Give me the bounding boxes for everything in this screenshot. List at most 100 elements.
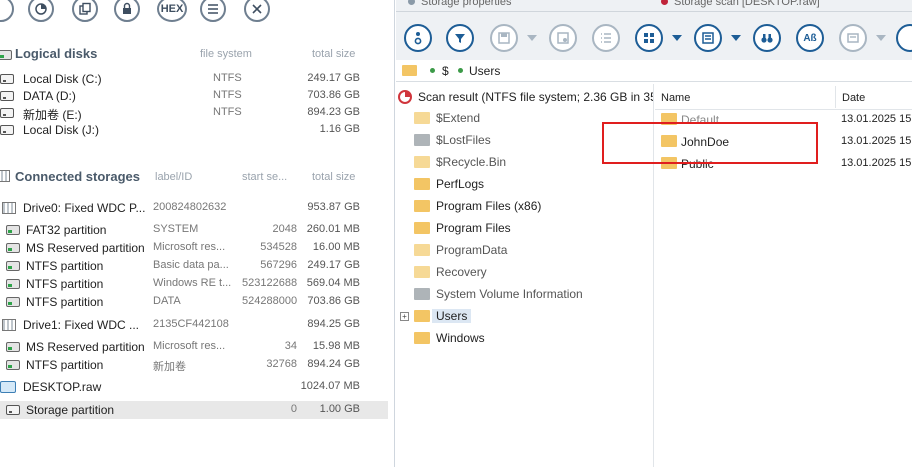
tab-dot-icon <box>408 0 415 5</box>
partition-icon <box>6 297 20 307</box>
info-icon[interactable] <box>404 24 432 52</box>
view-tiles-icon[interactable] <box>635 24 663 52</box>
checklist-icon[interactable] <box>592 24 620 52</box>
path-dot-icon <box>458 68 463 73</box>
disk-icon <box>0 74 14 84</box>
storage-label: Basic data pa... <box>153 259 229 271</box>
storage-row[interactable]: MS Reserved partition Microsoft res... 3… <box>0 338 388 356</box>
col-total-size: total size <box>312 171 356 183</box>
tree-node-selected[interactable]: + Users <box>396 306 654 326</box>
storage-row[interactable]: Drive0: Fixed WDC P... 200824802632 953.… <box>0 199 388 217</box>
storage-row[interactable]: NTFS partition Basic data pa... 567296 2… <box>0 257 388 275</box>
partition-icon <box>6 360 20 370</box>
recover-icon[interactable] <box>549 24 577 52</box>
disk-name: DATA (D:) <box>23 89 76 103</box>
tree-node[interactable]: System Volume Information <box>396 284 654 304</box>
storage-row[interactable]: NTFS partition 新加卷 32768 894.24 GB <box>0 356 388 374</box>
binoculars-icon[interactable] <box>753 24 781 52</box>
expand-icon[interactable]: + <box>400 312 409 321</box>
hex-button[interactable]: HEX <box>157 0 187 22</box>
column-divider[interactable] <box>835 86 836 108</box>
breadcrumb-segment[interactable]: $ <box>442 64 449 78</box>
storage-start: 524288000 <box>242 295 298 307</box>
panel-dropdown-icon[interactable] <box>731 35 741 41</box>
properties-dropdown-icon[interactable] <box>876 35 886 41</box>
file-date: 13.01.2025 15 <box>841 157 912 169</box>
storage-size: 16.00 MB <box>312 241 360 253</box>
logical-disk-row[interactable]: Local Disk (C:) NTFS 249.17 GB <box>0 70 388 88</box>
tree-node-label: $Recycle.Bin <box>436 155 507 169</box>
storage-row[interactable]: DESKTOP.raw 1024.07 MB <box>0 378 388 396</box>
col-label-id: label/ID <box>155 171 193 183</box>
tab-storage-scan[interactable]: Storage scan [DESKTOP.raw] <box>661 0 820 8</box>
folder-icon <box>414 200 430 212</box>
partition-icon <box>6 279 20 289</box>
col-file-system: file system <box>200 48 252 60</box>
disk-name: Local Disk (C:) <box>23 72 102 86</box>
more-icon[interactable] <box>896 24 912 52</box>
partition-icon <box>6 225 20 235</box>
copy-icon[interactable] <box>72 0 98 22</box>
storage-size: 1024.07 MB <box>300 380 360 392</box>
storage-name: NTFS partition <box>26 358 104 372</box>
storage-start: 567296 <box>260 259 297 271</box>
tab-storage-properties[interactable]: Storage properties <box>408 0 512 8</box>
col-total-size: total size <box>312 48 356 60</box>
lock-icon[interactable] <box>114 0 140 22</box>
storage-row[interactable]: NTFS partition Windows RE t... 523122688… <box>0 275 388 293</box>
folder-icon <box>414 288 430 300</box>
storage-size: 249.17 GB <box>307 259 360 271</box>
pie-chart-icon[interactable] <box>28 0 54 22</box>
folder-icon <box>414 178 430 190</box>
tree-node[interactable]: Program Files <box>396 218 654 238</box>
folder-icon <box>414 156 430 168</box>
col-date[interactable]: Date <box>842 92 865 104</box>
list-icon[interactable] <box>200 0 226 22</box>
storage-row-selected[interactable]: Storage partition 0 1.00 GB <box>0 401 388 419</box>
disk-icon <box>0 91 14 101</box>
disk-fs: NTFS <box>213 89 242 101</box>
tab-label: Storage scan [DESKTOP.raw] <box>674 0 820 8</box>
storage-row[interactable]: FAT32 partition SYSTEM 2048 260.01 MB <box>0 221 388 239</box>
drive-icon <box>2 202 16 214</box>
col-start-sector: start se... <box>242 171 288 183</box>
storage-row[interactable]: MS Reserved partition Microsoft res... 5… <box>0 239 388 257</box>
storage-size: 703.86 GB <box>307 295 360 307</box>
tree-node-label: $LostFiles <box>436 133 491 147</box>
col-name[interactable]: Name <box>661 92 690 104</box>
logical-disk-row[interactable]: 新加卷 (E:) NTFS 894.23 GB <box>0 104 388 122</box>
view-dropdown-icon[interactable] <box>672 35 682 41</box>
tree-node[interactable]: PerfLogs <box>396 174 654 194</box>
storage-name: Drive0: Fixed WDC P... <box>23 201 146 215</box>
breadcrumb-segment[interactable]: Users <box>469 64 500 78</box>
logical-disk-row[interactable]: Local Disk (J:) 1.16 GB <box>0 121 388 139</box>
disk-size: 703.86 GB <box>307 89 360 101</box>
storage-name: MS Reserved partition <box>26 241 145 255</box>
disk-icon <box>0 125 14 135</box>
prev-icon[interactable] <box>0 0 14 22</box>
save-dropdown-icon[interactable] <box>527 35 537 41</box>
panel-icon[interactable] <box>694 24 722 52</box>
storage-start: 534528 <box>260 241 297 253</box>
save-icon[interactable] <box>490 24 518 52</box>
logical-disk-row[interactable]: DATA (D:) NTFS 703.86 GB <box>0 87 388 105</box>
storage-label: 新加卷 <box>153 361 186 373</box>
file-date: 13.01.2025 15 <box>841 113 912 125</box>
tree-node[interactable]: ProgramData <box>396 240 654 260</box>
tree-node[interactable]: Windows <box>396 328 654 348</box>
filter-icon[interactable] <box>446 24 474 52</box>
storage-row[interactable]: NTFS partition DATA 524288000 703.86 GB <box>0 293 388 311</box>
storage-label: 200824802632 <box>153 201 227 213</box>
tree-node[interactable]: Program Files (x86) <box>396 196 654 216</box>
storage-row[interactable]: Drive1: Fixed WDC ... 2135CF442108 894.2… <box>0 316 388 334</box>
folder-icon <box>414 266 430 278</box>
disk-size: 1.16 GB <box>319 123 360 135</box>
encoding-icon[interactable]: Aß <box>796 24 824 52</box>
close-icon[interactable] <box>244 0 270 22</box>
disk-name: Local Disk (J:) <box>23 123 100 137</box>
partition-icon <box>6 261 20 271</box>
tree-node[interactable]: Recovery <box>396 262 654 282</box>
storage-start: 523122688 <box>242 277 298 289</box>
properties-icon[interactable] <box>839 24 867 52</box>
storage-label: 2135CF442108 <box>153 318 229 330</box>
